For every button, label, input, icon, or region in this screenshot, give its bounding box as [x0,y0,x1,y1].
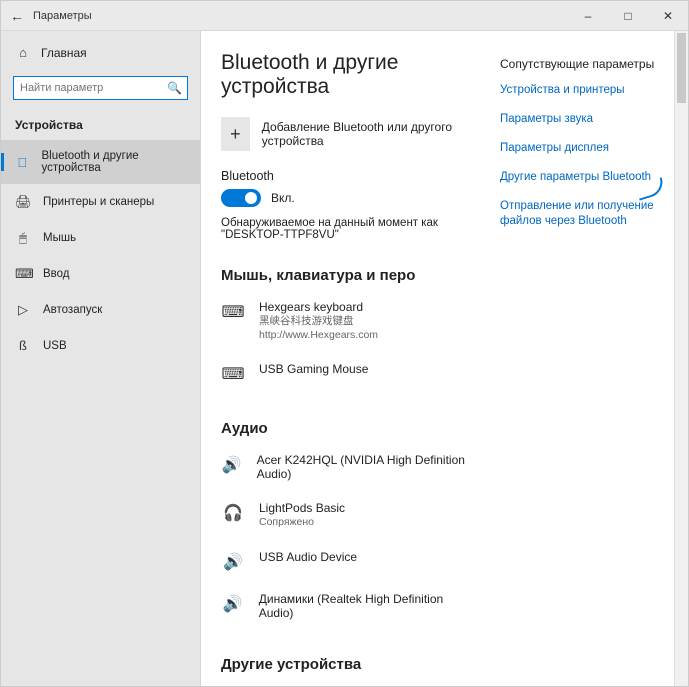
usb-icon: ß [15,338,31,353]
minimize-button[interactable]: – [568,9,608,23]
device-name: LightPods Basic [259,501,345,515]
bluetooth-toggle[interactable] [221,189,261,207]
related-link-devices-printers[interactable]: Устройства и принтеры [500,83,664,98]
sidebar-section-title: Устройства [1,110,200,140]
speaker-icon: 🔊 [221,550,245,572]
sidebar-item-label: Ввод [43,268,70,280]
sidebar-item-mouse[interactable]: 🖱 Мышь [1,220,200,256]
device-sub: http://www.Hexgears.com [259,328,378,342]
device-row[interactable]: 🎧 LightPods Basic Сопряжено [221,495,478,543]
device-name: Acer K242HQL (NVIDIA High Definition Aud… [257,453,478,481]
keyboard-icon: ⌨ [221,300,245,322]
sidebar-item-label: Автозапуск [43,304,102,316]
sidebar-item-label: USB [43,340,67,352]
sidebar-item-typing[interactable]: ⌨ Ввод [1,256,200,292]
sidebar-item-usb[interactable]: ß USB [1,328,200,363]
section-title: Аудио [221,420,478,437]
add-device-label: Добавление Bluetooth или другого устройс… [262,120,478,148]
close-button[interactable]: ✕ [648,9,688,23]
headphones-icon: 🎧 [221,501,245,523]
device-name: Hexgears keyboard [259,300,378,314]
related-link-sound[interactable]: Параметры звука [500,112,664,127]
related-link-display[interactable]: Параметры дисплея [500,141,664,156]
mouse-icon: 🖱 [15,230,31,246]
toggle-state-label: Вкл. [271,191,295,205]
device-row[interactable]: 🔊 USB Audio Device [221,544,478,586]
sidebar-item-label: Bluetooth и другие устройства [41,150,186,174]
titlebar: ← Параметры – □ ✕ [1,1,688,31]
vertical-scrollbar[interactable] [674,31,688,686]
sidebar-item-printers[interactable]: 🖨 Принтеры и сканеры [1,184,200,220]
speaker-icon: 🔊 [221,453,243,475]
device-name: USB Audio Device [259,550,357,564]
device-row[interactable]: ⌨ Hexgears keyboard 黑峡谷科技游戏键盘 http://www… [221,294,478,356]
keyboard-icon: ⌨ [221,362,245,384]
search-icon: 🔍 [167,81,182,95]
device-sub: Сопряжено [259,515,345,529]
home-link[interactable]: ⌂ Главная [1,37,200,68]
bluetooth-label: Bluetooth [221,169,478,183]
sidebar-item-autoplay[interactable]: ▷ Автозапуск [1,292,200,328]
scrollbar-thumb[interactable] [677,33,686,103]
home-label: Главная [41,46,87,60]
keyboard-icon: ⌨ [15,266,31,282]
device-name: USB Gaming Mouse [259,362,368,376]
search-input[interactable] [13,76,188,100]
speaker-icon: 🔊 [221,592,245,614]
home-icon: ⌂ [15,45,31,60]
content-area: ⌂ Главная 🔍 Устройства ︎ Bluetooth и др… [1,31,688,686]
device-row[interactable]: 🖥 Acer K242HQL [221,683,478,686]
sidebar-item-bluetooth[interactable]: ︎ Bluetooth и другие устройства [1,140,200,184]
main-panel: Bluetooth и другие устройства + Добавлен… [201,31,688,686]
sidebar-item-label: Принтеры и сканеры [43,196,154,208]
page-title: Bluetooth и другие устройства [221,51,478,99]
add-device-button[interactable]: + Добавление Bluetooth или другого устро… [221,117,478,151]
autoplay-icon: ▷ [15,302,31,318]
section-mouse-keyboard: Мышь, клавиатура и перо ⌨ Hexgears keybo… [221,267,478,398]
related-link-more-bluetooth[interactable]: Другие параметры Bluetooth [500,170,664,185]
device-row[interactable]: ⌨ USB Gaming Mouse [221,356,478,398]
sidebar-item-label: Мышь [43,232,76,244]
section-audio: Аудио 🔊 Acer K242HQL (NVIDIA High Defini… [221,420,478,633]
back-button[interactable]: ← [1,8,33,24]
bluetooth-icon: ︎ [15,155,29,170]
related-heading: Сопутствующие параметры [500,57,664,71]
plus-icon: + [221,117,250,151]
window-title: Параметры [33,10,568,22]
maximize-button[interactable]: □ [608,9,648,23]
related-link-send-receive[interactable]: Отправление или получение файлов через B… [500,199,664,229]
device-sub: 黑峡谷科技游戏键盘 [259,314,378,328]
section-title: Мышь, клавиатура и перо [221,267,478,284]
device-row[interactable]: 🔊 Динамики (Realtek High Definition Audi… [221,586,478,634]
sidebar: ⌂ Главная 🔍 Устройства ︎ Bluetooth и др… [1,31,201,686]
device-name: Динамики (Realtek High Definition Audio) [259,592,478,620]
device-row[interactable]: 🔊 Acer K242HQL (NVIDIA High Definition A… [221,447,478,495]
printer-icon: 🖨 [15,194,31,210]
main-scroll-area: Bluetooth и другие устройства + Добавлен… [201,31,494,686]
section-title: Другие устройства [221,656,478,673]
discoverable-text: Обнаруживаемое на данный момент как "DES… [221,217,478,241]
section-other-devices: Другие устройства 🖥 Acer K242HQL ❂ BT DO… [221,656,478,686]
related-panel: Сопутствующие параметры Устройства и при… [494,31,674,686]
